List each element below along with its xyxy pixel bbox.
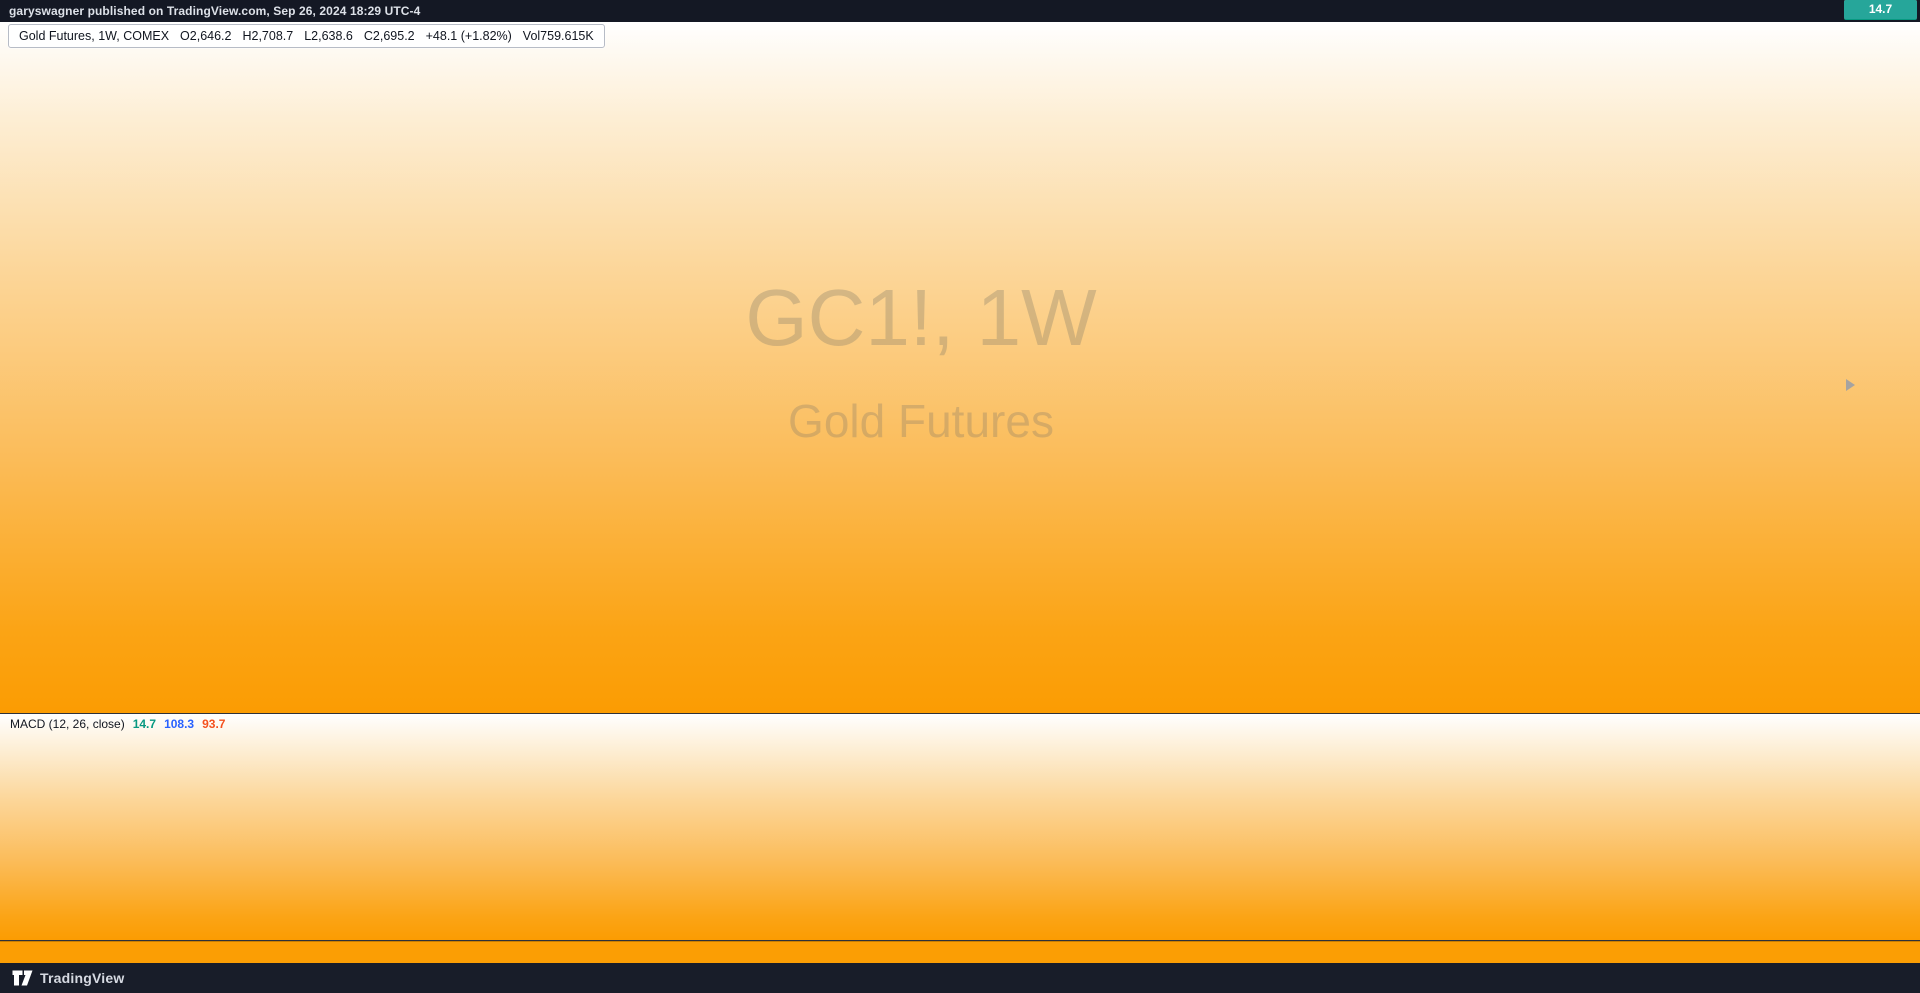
- watermark-description: Gold Futures: [788, 394, 1054, 448]
- macd-hist-value: 14.7: [133, 717, 156, 731]
- legend-volume: Vol759.615K: [523, 29, 594, 43]
- publish-info-bar: garyswagner published on TradingView.com…: [0, 0, 1920, 22]
- legend-close: C2,695.2: [364, 29, 415, 43]
- legend-low: L2,638.6: [304, 29, 353, 43]
- symbol-legend: Gold Futures, 1W, COMEX O2,646.2 H2,708.…: [8, 24, 605, 48]
- macd-signal-value: 93.7: [202, 717, 225, 731]
- legend-change: +48.1 (+1.82%): [426, 29, 512, 43]
- time-axis[interactable]: [0, 941, 1920, 963]
- macd-legend: MACD (12, 26, close) 14.7 108.3 93.7: [10, 717, 225, 731]
- macd-histogram-badge: 14.7: [1844, 0, 1917, 19]
- legend-open: O2,646.2: [180, 29, 231, 43]
- footer-bar: TradingView: [0, 963, 1920, 993]
- legend-symbol: Gold Futures, 1W, COMEX: [19, 29, 169, 43]
- tradingview-logo-icon: [12, 970, 33, 986]
- macd-pane[interactable]: MACD (12, 26, close) 14.7 108.3 93.7: [0, 714, 1920, 940]
- publish-info-text: garyswagner published on TradingView.com…: [9, 4, 420, 18]
- watermark-symbol: GC1!, 1W: [745, 272, 1096, 364]
- price-pane[interactable]: GC1!, 1W Gold Futures Gold Futures, 1W, …: [0, 22, 1920, 713]
- tradingview-brand-text: TradingView: [40, 970, 124, 986]
- legend-high: H2,708.7: [242, 29, 293, 43]
- price-scale-arrow-icon[interactable]: [1846, 379, 1855, 391]
- tradingview-chart-snapshot: garyswagner published on TradingView.com…: [0, 0, 1920, 993]
- macd-title: MACD (12, 26, close): [10, 717, 125, 731]
- macd-line-value: 108.3: [164, 717, 194, 731]
